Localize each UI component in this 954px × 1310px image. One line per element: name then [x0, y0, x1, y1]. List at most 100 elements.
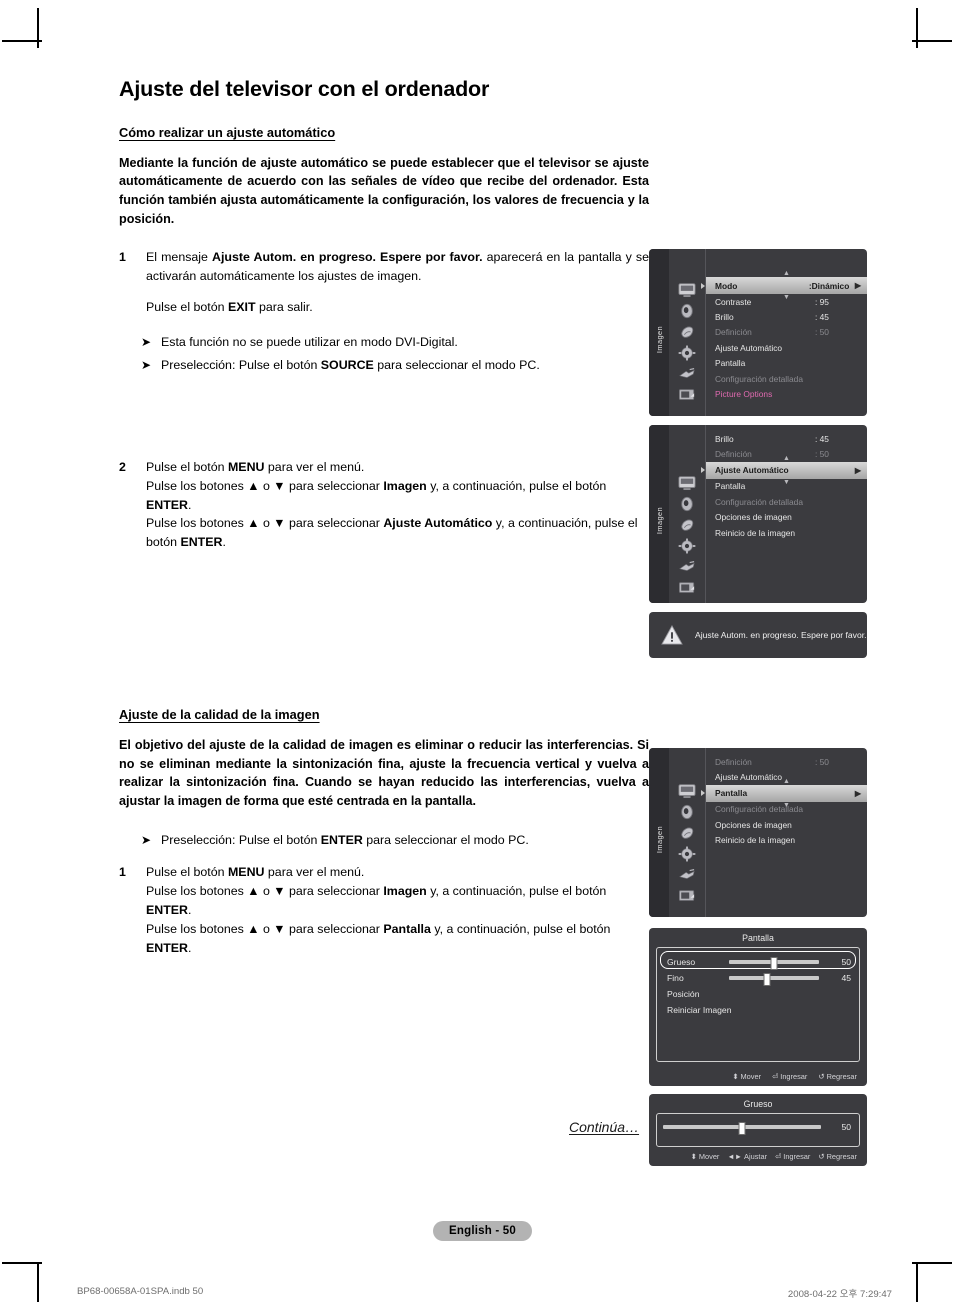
dialog-item-posicion[interactable]: Posición [657, 986, 859, 1002]
osd-row-pantalla[interactable]: Pantalla [706, 479, 867, 494]
step1-line1-a: El mensaje [146, 250, 213, 265]
sound-icon[interactable] [678, 496, 696, 512]
step1-line2-bold: EXIT [227, 299, 256, 314]
updown-arrow-icon: ⬍ [690, 1152, 697, 1161]
footer-adjust: ◄► Ajustar [727, 1152, 767, 1161]
slider-knob[interactable] [763, 972, 771, 986]
slider-track[interactable] [663, 1121, 821, 1135]
osd-row-pantalla[interactable]: ▲ Pantalla ▶ ▼ [701, 778, 867, 809]
step-2: 2 Pulse el botón MENU para ver el menú. … [119, 458, 649, 552]
enter-key-icon: ⏎ [775, 1152, 782, 1161]
osd-row-value: : 50 [815, 449, 829, 460]
bullet2-text-b: para seleccionar el modo PC. [373, 358, 540, 373]
step2-l2-bold: Imagen [383, 478, 427, 493]
osd-row-label: Reinicio de la imagen [715, 835, 796, 846]
setup-icon[interactable] [678, 538, 696, 554]
dialog-item-label: Posición [667, 989, 700, 999]
osd-row-value: : 50 [815, 327, 829, 338]
continued-note: Continúa… [569, 1119, 640, 1135]
osd-row-pantalla[interactable]: Pantalla [706, 356, 867, 371]
support-icon[interactable] [678, 888, 696, 904]
step2-l2-a: Pulse los botones ▲ o ▼ para seleccionar [146, 478, 384, 493]
slider-value: 50 [841, 1122, 851, 1132]
channel-icon[interactable] [678, 825, 696, 841]
enter-key-icon: ⏎ [772, 1072, 779, 1081]
selection-marker-icon [701, 467, 705, 474]
dialog-item-label: Reiniciar Imagen [667, 1005, 732, 1015]
picture-icon[interactable] [678, 475, 696, 491]
step-number: 1 [119, 865, 126, 880]
slider-track[interactable] [729, 956, 819, 970]
warning-icon [661, 624, 683, 645]
osd-row-label: Pantalla [715, 358, 746, 369]
osd-row-reinicio-de-la-imagen[interactable]: Reinicio de la imagen [706, 525, 867, 540]
section-lead-picture-quality: El objetivo del ajuste de la calidad de … [119, 738, 649, 808]
slider-knob[interactable] [770, 956, 778, 970]
step3-l2-bold: Imagen [383, 884, 427, 899]
print-file-reference: BP68-00658A-01SPA.indb 50 [77, 1286, 204, 1297]
picture-icon[interactable] [678, 282, 696, 298]
osd-row-value: : 95 [815, 296, 829, 307]
osd-row-definicion: Definición : 50 [706, 325, 867, 340]
osd-row-label: Pantalla [715, 788, 748, 799]
osd-item-list: Brillo : 45 Definición : 50 ▲ Ajuste Aut… [701, 425, 867, 603]
slider-fino[interactable]: Fino 45 [657, 970, 859, 986]
crop-mark-bottom-right [916, 1262, 918, 1302]
osd-row-label: Definición [715, 449, 752, 460]
step3-l3-a: Pulse los botones ▲ o ▼ para seleccionar [146, 921, 384, 936]
osd-picture-menu-2: Imagen Brillo : 45 Definición : 50 ▲ Aju… [649, 425, 867, 603]
step-text: Pulse el botón MENU para ver el menú. Pu… [146, 863, 649, 957]
input-icon[interactable] [678, 366, 696, 382]
osd-row-ajuste-automatico[interactable]: Ajuste Automático [706, 340, 867, 355]
slider-knob[interactable] [738, 1121, 746, 1135]
osd-row-contraste[interactable]: Contraste : 95 [706, 294, 867, 309]
page-number-badge: English - 50 [433, 1221, 532, 1241]
osd-row-opciones-de-imagen[interactable]: Opciones de imagen [706, 510, 867, 525]
picture-icon[interactable] [678, 783, 696, 799]
toast-message: Ajuste Autom. en progreso. Espere por fa… [695, 630, 867, 640]
osd-row-label: Definición [715, 327, 752, 338]
osd-row-picture-options[interactable]: Picture Options [706, 386, 867, 401]
step2-l3-e: . [222, 535, 226, 550]
slider-track[interactable] [729, 972, 819, 986]
channel-icon[interactable] [678, 324, 696, 340]
osd-icon-column [669, 425, 706, 603]
sound-icon[interactable] [678, 303, 696, 319]
osd-row-label: Brillo [715, 312, 734, 323]
osd-icon-column [669, 249, 706, 416]
slider-grueso[interactable]: Grueso 50 [657, 954, 859, 970]
step1-line1-bold: Ajuste Autom. en progreso. Espere por fa… [212, 250, 483, 265]
osd-row-label: Ajuste Automático [715, 465, 789, 476]
setup-icon[interactable] [678, 846, 696, 862]
crop-mark-top-left-h [2, 40, 42, 42]
osd-row-label: Picture Options [715, 389, 773, 400]
dialog-footer: ⬍ Mover ⏎ Ingresar ↺ Regresar [732, 1072, 867, 1081]
support-icon[interactable] [678, 580, 696, 596]
sound-icon[interactable] [678, 804, 696, 820]
osd-row-brillo[interactable]: Brillo : 45 [706, 309, 867, 324]
osd-row-modo[interactable]: ▲ Modo :Dinámico ▶ ▼ [701, 270, 867, 301]
osd-rail: Imagen [649, 425, 669, 603]
bullet2-bold: SOURCE [320, 358, 374, 373]
input-icon[interactable] [678, 559, 696, 575]
slider-grueso[interactable]: 50 [657, 1119, 859, 1135]
osd-row-label: Configuración detallada [715, 373, 803, 384]
osd-row-label: Configuración detallada [715, 804, 803, 815]
osd-row-reinicio-de-la-imagen[interactable]: Reinicio de la imagen [706, 833, 867, 848]
osd-row-brillo[interactable]: Brillo : 45 [706, 431, 867, 446]
step-1: 1 El mensaje Ajuste Autom. en progreso. … [119, 248, 649, 317]
support-icon[interactable] [678, 387, 696, 403]
step-text: Pulse el botón MENU para ver el menú. Pu… [146, 458, 649, 552]
crop-mark-bottom-left-h [2, 1262, 42, 1264]
channel-icon[interactable] [678, 517, 696, 533]
section-lead-auto-adjust: Mediante la función de ajuste automático… [119, 155, 649, 226]
osd-row-ajuste-automatico[interactable]: ▲ Ajuste Automático ▶ ▼ [701, 455, 867, 486]
osd-row-opciones-de-imagen[interactable]: Opciones de imagen [706, 817, 867, 832]
osd-icon-column [669, 748, 706, 917]
input-icon[interactable] [678, 867, 696, 883]
footer-move-label: Mover [698, 1152, 720, 1161]
osd-rail: Imagen [649, 748, 669, 917]
dialog-item-reiniciar-imagen[interactable]: Reiniciar Imagen [657, 1002, 859, 1018]
step3-l3-bold: Pantalla [383, 921, 431, 936]
setup-icon[interactable] [678, 345, 696, 361]
